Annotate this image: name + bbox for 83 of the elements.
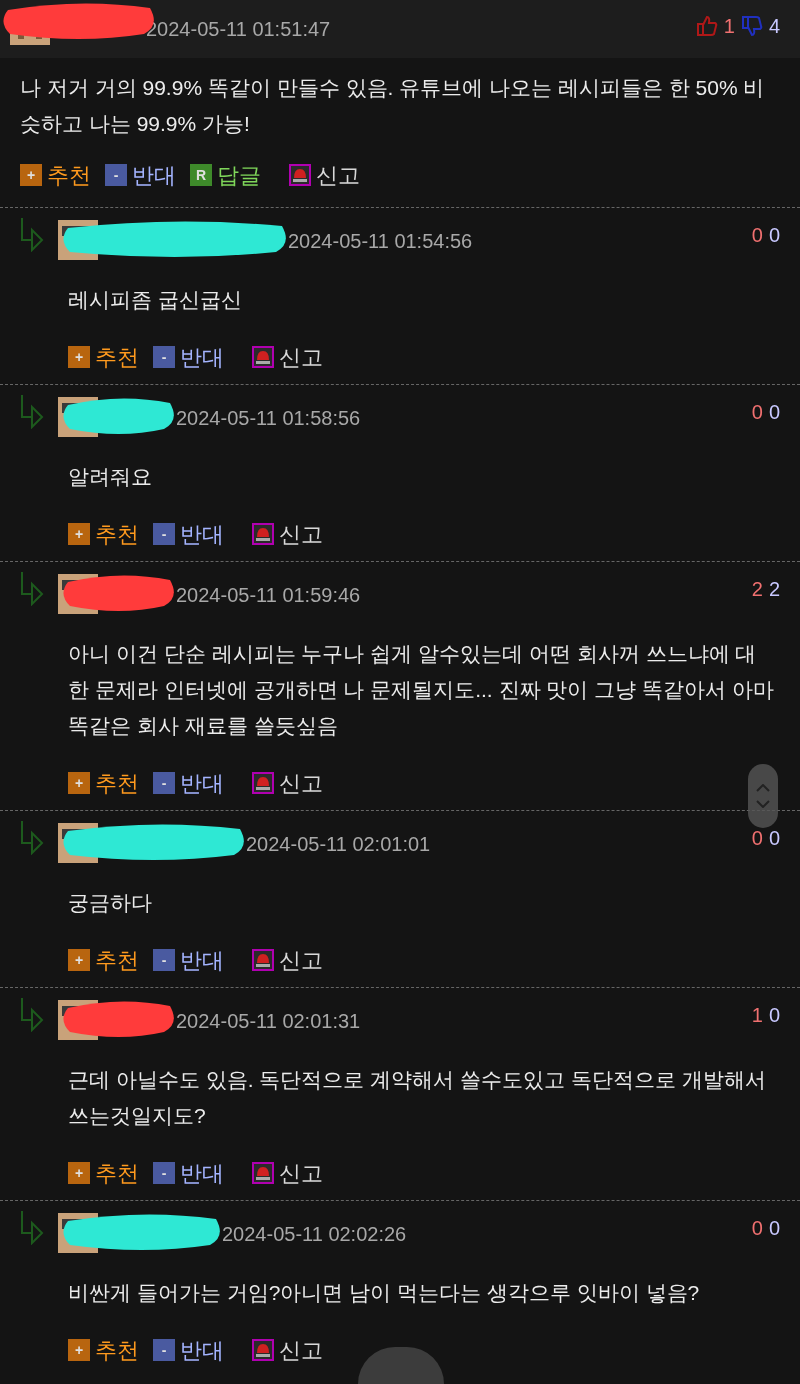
plus-icon: +	[68, 949, 90, 971]
minus-icon: -	[153, 1162, 175, 1184]
thumbs-up-icon	[695, 15, 718, 37]
minus-icon: -	[153, 1339, 175, 1361]
timestamp: 2024-05-11 01:51:47	[146, 17, 331, 42]
upvote-count: 0	[751, 1216, 763, 1241]
downvote-count: 2	[768, 577, 780, 602]
report-button[interactable]: 신고	[252, 1156, 323, 1190]
upvote-count: 1	[751, 1003, 763, 1028]
report-button[interactable]: 신고	[252, 340, 323, 374]
comment-text: 아니 이건 단순 레시피는 누구나 쉽게 알수있는데 어떤 회사꺼 쓰느냐에 대한 문제라 인터넷에 공개하면 나 문제될지도... 진짜 맛이 그냥 똑같아서 아마 똑같은 회사 재료를 쓸듯싶음	[67, 641, 775, 739]
reply-letter-icon: R	[190, 164, 212, 186]
recommend-button[interactable]: + 추천	[68, 517, 139, 551]
upvote-count: 2	[751, 577, 763, 602]
oppose-button[interactable]: - 반대	[153, 1156, 224, 1190]
downvote-count: 0	[768, 826, 780, 851]
oppose-button[interactable]: - 반대	[153, 340, 224, 374]
oppose-button[interactable]: - 반대	[153, 766, 224, 800]
recommend-button[interactable]: + 추천	[68, 1156, 139, 1190]
timestamp: 2024-05-11 02:01:01	[246, 832, 431, 857]
downvote-count: 0	[768, 400, 780, 425]
minus-icon: -	[153, 949, 175, 971]
upvote-count: 0	[751, 223, 763, 248]
recommend-button[interactable]: + 추천	[68, 766, 139, 800]
downvote-count: 4	[768, 14, 780, 39]
reply-arrow-icon	[20, 819, 46, 855]
plus-icon: +	[68, 346, 90, 368]
plus-icon: +	[68, 523, 90, 545]
downvote-count: 0	[768, 1003, 780, 1028]
oppose-button[interactable]: - 반대	[153, 943, 224, 977]
plus-icon: +	[20, 164, 42, 186]
reply-arrow-icon	[20, 393, 46, 429]
report-button[interactable]: 신고	[289, 158, 360, 192]
downvote-count: 0	[768, 223, 780, 248]
recommend-button[interactable]: + 추천	[68, 943, 139, 977]
comment-text: 비싼게 들어가는 거임?아니면 남이 먹는다는 생각으루 잇바이 넣음?	[67, 1280, 701, 1306]
comment-text: 레시피좀 굽신굽신	[67, 287, 243, 313]
report-button[interactable]: 신고	[252, 943, 323, 977]
recommend-button[interactable]: + 추천	[68, 1333, 139, 1367]
siren-icon	[252, 1339, 274, 1361]
comment-text: 궁금하다	[67, 890, 153, 916]
oppose-button[interactable]: - 반대	[105, 158, 176, 192]
chevron-up-icon	[756, 784, 770, 792]
minus-icon: -	[105, 164, 127, 186]
reply-button[interactable]: R 답글	[190, 158, 261, 192]
oppose-button[interactable]: - 반대	[153, 1333, 224, 1367]
plus-icon: +	[68, 1339, 90, 1361]
timestamp: 2024-05-11 01:54:56	[288, 229, 473, 254]
minus-icon: -	[153, 523, 175, 545]
siren-icon	[252, 949, 274, 971]
report-button[interactable]: 신고	[252, 1333, 323, 1367]
reply-arrow-icon	[20, 996, 46, 1032]
siren-icon	[252, 772, 274, 794]
report-button[interactable]: 신고	[252, 766, 323, 800]
oppose-button[interactable]: - 반대	[153, 517, 224, 551]
reply-arrow-icon	[20, 216, 46, 252]
downvote-count: 0	[768, 1216, 780, 1241]
recommend-button[interactable]: + 추천	[20, 158, 91, 192]
timestamp: 2024-05-11 02:02:26	[222, 1222, 407, 1247]
timestamp: 2024-05-11 02:01:31	[176, 1009, 361, 1034]
scroll-control[interactable]	[748, 764, 778, 828]
thumbs-down-icon	[740, 15, 763, 37]
siren-icon	[252, 1162, 274, 1184]
reply-arrow-icon	[20, 570, 46, 606]
comment-text: 근데 아닐수도 있음. 독단적으로 계약해서 쓸수도있고 독단적으로 개발해서 쓰는것일지도?	[67, 1067, 767, 1129]
upvote-count: 1	[723, 14, 735, 39]
siren-icon	[252, 523, 274, 545]
report-button[interactable]: 신고	[252, 517, 323, 551]
minus-icon: -	[153, 346, 175, 368]
siren-icon	[252, 346, 274, 368]
siren-icon	[289, 164, 311, 186]
timestamp: 2024-05-11 01:58:56	[176, 406, 361, 431]
comment-text: 알려줘요	[67, 464, 153, 490]
reply-arrow-icon	[20, 1209, 46, 1245]
plus-icon: +	[68, 772, 90, 794]
plus-icon: +	[68, 1162, 90, 1184]
minus-icon: -	[153, 772, 175, 794]
upvote-count: 0	[751, 826, 763, 851]
timestamp: 2024-05-11 01:59:46	[176, 583, 361, 608]
recommend-button[interactable]: + 추천	[68, 340, 139, 374]
upvote-count: 0	[751, 400, 763, 425]
chevron-down-icon	[756, 800, 770, 808]
comment-text: 나 저거 거의 99.9% 똑같이 만들수 있음. 유튜브에 나오는 레시피들은 한 50% 비슷하고 나는 99.9% 가능!	[19, 75, 766, 137]
